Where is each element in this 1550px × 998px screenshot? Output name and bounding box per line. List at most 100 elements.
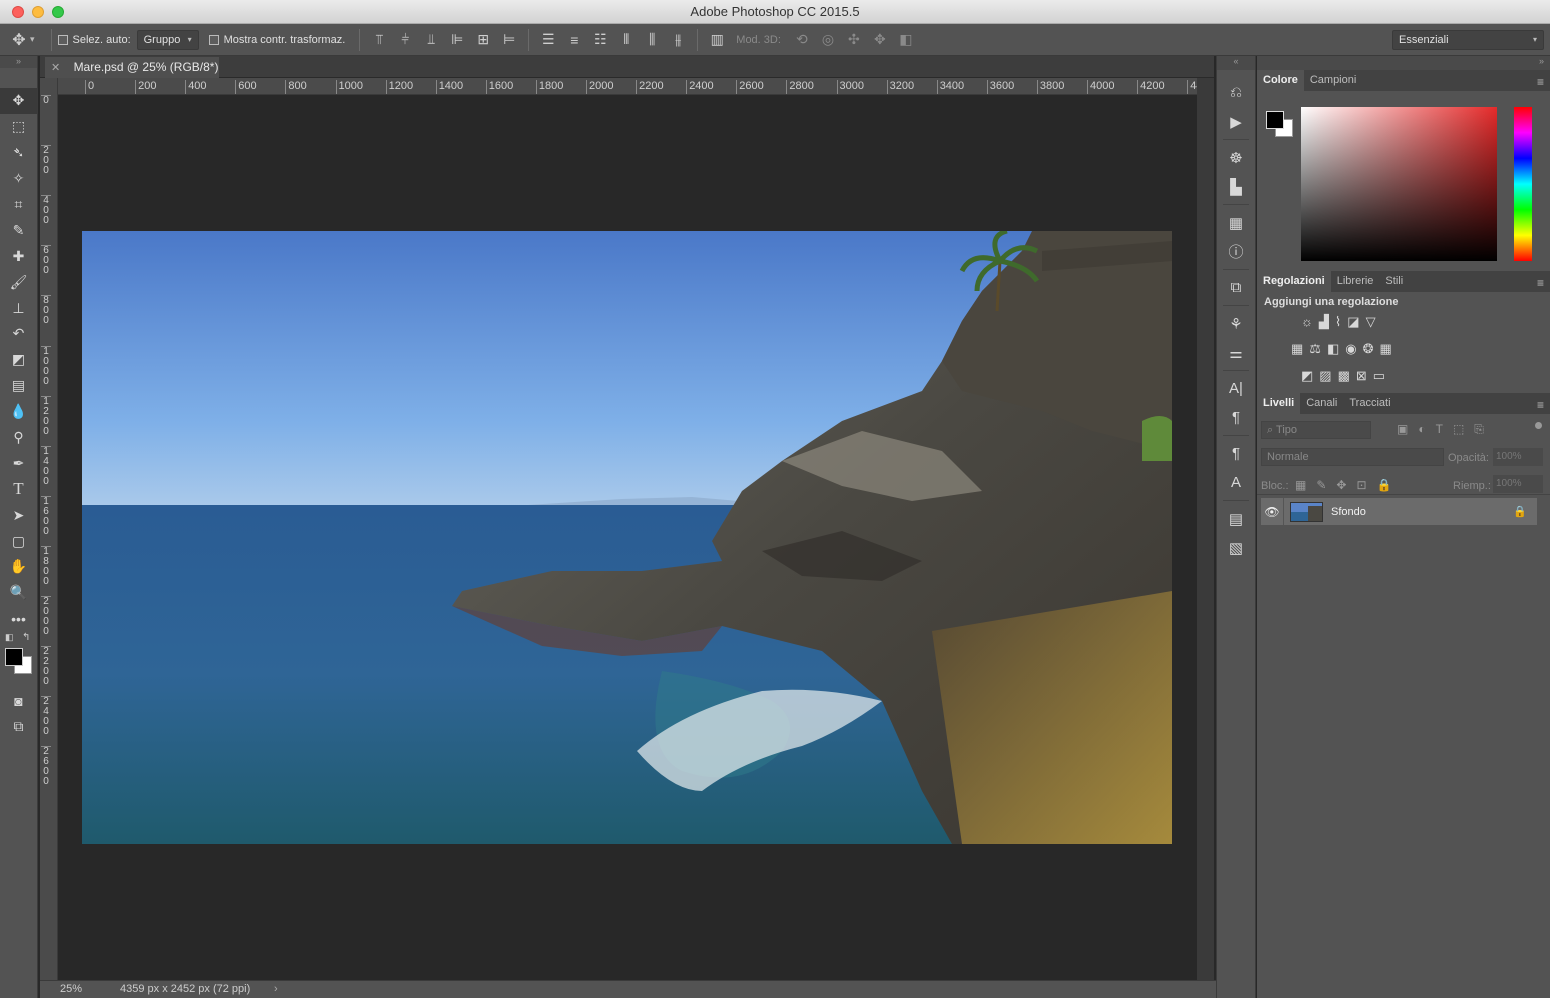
collapse-dock-icon[interactable]: « <box>1217 56 1255 70</box>
close-window-button[interactable] <box>12 6 24 18</box>
auto-align-layers-icon[interactable]: ▥ <box>704 31 730 48</box>
distribute-vertical-center-icon[interactable]: ≡ <box>561 32 587 48</box>
panel-menu-icon[interactable]: ≡ <box>1537 276 1544 290</box>
quick-mask-icon[interactable]: ◙ <box>0 688 37 714</box>
layer-name[interactable]: Sfondo <box>1331 506 1366 518</box>
hue-saturation-icon[interactable]: ▦ <box>1291 341 1303 357</box>
auto-select-checkbox[interactable] <box>57 34 68 45</box>
magic-wand-tool-icon[interactable]: ✧ <box>0 166 37 192</box>
lock-image-pixels-icon[interactable]: ✎ <box>1316 478 1326 492</box>
smart-object-filter-icon[interactable]: ⎘ <box>1474 422 1484 437</box>
navigator-panel-icon[interactable]: ☸ <box>1217 143 1255 172</box>
panel-menu-icon[interactable]: ≡ <box>1537 75 1544 89</box>
type-tool-icon[interactable]: T <box>0 476 37 502</box>
tab-livelli[interactable]: Livelli <box>1257 393 1301 414</box>
threshold-icon[interactable]: ▩ <box>1338 368 1350 384</box>
document-tab[interactable]: ✕ Mare.psd @ 25% (RGB/8*) <box>45 57 219 78</box>
histogram-panel-icon[interactable]: ▙ <box>1217 172 1255 201</box>
horizontal-ruler[interactable]: 0 200 400 600 800 1000 1200 1400 1600 1800 2000 220… <box>58 78 1197 95</box>
clone-stamp-tool-icon[interactable]: ⊥ <box>0 295 37 321</box>
edit-toolbar-icon[interactable]: ••• <box>0 606 37 632</box>
exposure-icon[interactable]: ◪ <box>1347 314 1359 330</box>
distribute-top-icon[interactable]: ☰ <box>535 31 561 48</box>
lock-all-icon[interactable]: 🔒 <box>1377 478 1392 492</box>
align-horizontal-center-icon[interactable]: ⊞ <box>470 31 496 48</box>
vertical-scrollbar[interactable] <box>1197 78 1214 980</box>
invert-icon[interactable]: ◩ <box>1301 368 1313 384</box>
default-colors-icon[interactable]: ◧ <box>5 632 14 643</box>
align-top-icon[interactable]: ⫪ <box>366 31 392 48</box>
ellipse-tool-icon[interactable]: ▢ <box>0 528 37 554</box>
show-transform-checkbox[interactable] <box>208 34 219 45</box>
close-tab-icon[interactable]: ✕ <box>51 62 60 74</box>
history-brush-tool-icon[interactable]: ↶ <box>0 321 37 347</box>
collapse-panels-icon[interactable]: » <box>1257 56 1550 70</box>
zoom-tool-icon[interactable]: 🔍 <box>0 580 37 606</box>
layer-filter-dropdown[interactable]: ⌕ Tipo <box>1261 421 1371 439</box>
tab-stili[interactable]: Stili <box>1379 271 1409 292</box>
selective-color-icon[interactable]: ⊠ <box>1356 368 1367 384</box>
black-white-icon[interactable]: ◧ <box>1327 341 1339 357</box>
blur-tool-icon[interactable]: 💧 <box>0 399 37 425</box>
foreground-color-swatch[interactable] <box>1266 111 1284 129</box>
hue-slider[interactable] <box>1514 107 1532 261</box>
align-vertical-center-icon[interactable]: ⫩ <box>392 31 418 48</box>
channel-mixer-icon[interactable]: ❂ <box>1363 341 1374 357</box>
distribute-right-icon[interactable]: ⫵ <box>665 31 691 48</box>
gradient-map-icon[interactable]: ▭ <box>1373 368 1385 384</box>
gradient-tool-icon[interactable]: ▤ <box>0 373 37 399</box>
color-lookup-icon[interactable]: ▦ <box>1380 341 1392 357</box>
curves-icon[interactable]: ⌇ <box>1335 314 1341 330</box>
layer-row[interactable]: 👁 Sfondo 🔒 <box>1261 498 1537 525</box>
eraser-tool-icon[interactable]: ◩ <box>0 347 37 373</box>
brush-tool-icon[interactable]: 🖌 <box>0 269 37 295</box>
crop-tool-icon[interactable]: ⌗ <box>0 192 37 218</box>
zoom-window-button[interactable] <box>52 6 64 18</box>
tab-librerie[interactable]: Librerie <box>1331 271 1380 292</box>
tool-presets-panel-icon[interactable]: ⚌ <box>1217 338 1255 367</box>
tab-regolazioni[interactable]: Regolazioni <box>1257 271 1331 292</box>
move-tool-preset-icon[interactable]: ✥ <box>8 30 30 50</box>
lock-artboard-icon[interactable]: ⊡ <box>1356 478 1366 492</box>
levels-icon[interactable]: ▟ <box>1319 314 1329 330</box>
pixel-filter-icon[interactable]: ▣ <box>1397 422 1408 437</box>
blend-mode-dropdown[interactable]: Normale <box>1261 448 1444 466</box>
document-image[interactable] <box>82 231 1172 844</box>
status-menu-icon[interactable]: › <box>274 981 278 998</box>
collapse-tools-icon[interactable]: » <box>0 56 37 68</box>
distribute-bottom-icon[interactable]: ☷ <box>587 31 613 48</box>
paragraph-styles-panel-icon[interactable]: ¶ <box>1217 439 1255 468</box>
color-field[interactable] <box>1301 107 1497 261</box>
screen-mode-icon[interactable]: ⧉ <box>0 714 37 740</box>
paragraph-panel-icon[interactable]: ¶ <box>1217 403 1255 432</box>
tab-tracciati[interactable]: Tracciati <box>1343 393 1396 414</box>
align-right-icon[interactable]: ⊨ <box>496 31 522 48</box>
brush-presets-panel-icon[interactable]: ⚘ <box>1217 309 1255 338</box>
character-styles-panel-icon[interactable]: A <box>1217 468 1255 497</box>
info-panel-icon[interactable]: ⓘ <box>1217 237 1255 266</box>
scale-3d-icon[interactable]: ◧ <box>893 31 919 48</box>
eyedropper-tool-icon[interactable]: ✎ <box>0 217 37 243</box>
auto-select-dropdown[interactable]: Gruppo ▾ <box>136 29 199 50</box>
notes-panel-icon[interactable]: ▧ <box>1217 533 1255 562</box>
distribute-left-icon[interactable]: ⫴ <box>613 31 639 48</box>
color-balance-icon[interactable]: ⚖ <box>1309 341 1321 357</box>
tab-canali[interactable]: Canali <box>1300 393 1343 414</box>
character-panel-icon[interactable]: A| <box>1217 374 1255 403</box>
fill-field[interactable]: 100% <box>1493 475 1543 493</box>
adjustment-filter-icon[interactable]: ◐ <box>1418 422 1425 437</box>
pan-3d-icon[interactable]: ✣ <box>841 31 867 48</box>
photo-filter-icon[interactable]: ◉ <box>1345 341 1356 357</box>
opacity-field[interactable]: 100% <box>1493 448 1543 466</box>
properties-panel-icon[interactable]: ▦ <box>1217 208 1255 237</box>
slide-3d-icon[interactable]: ✥ <box>867 31 893 48</box>
move-tool-icon[interactable]: ✥ <box>0 88 37 114</box>
hand-tool-icon[interactable]: ✋ <box>0 554 37 580</box>
actions-panel-icon[interactable]: ▶ <box>1217 107 1255 136</box>
workspace-dropdown[interactable]: Essenziali ▾ <box>1392 29 1544 50</box>
lock-transparent-pixels-icon[interactable]: ▦ <box>1295 478 1306 492</box>
path-selection-tool-icon[interactable]: ➤ <box>0 502 37 528</box>
vertical-ruler[interactable]: 0 200 400 600 800 1000 1200 1400 1600 1800 2000 220… <box>40 78 58 980</box>
roll-3d-icon[interactable]: ◎ <box>815 31 841 48</box>
pen-tool-icon[interactable]: ✒ <box>0 450 37 476</box>
